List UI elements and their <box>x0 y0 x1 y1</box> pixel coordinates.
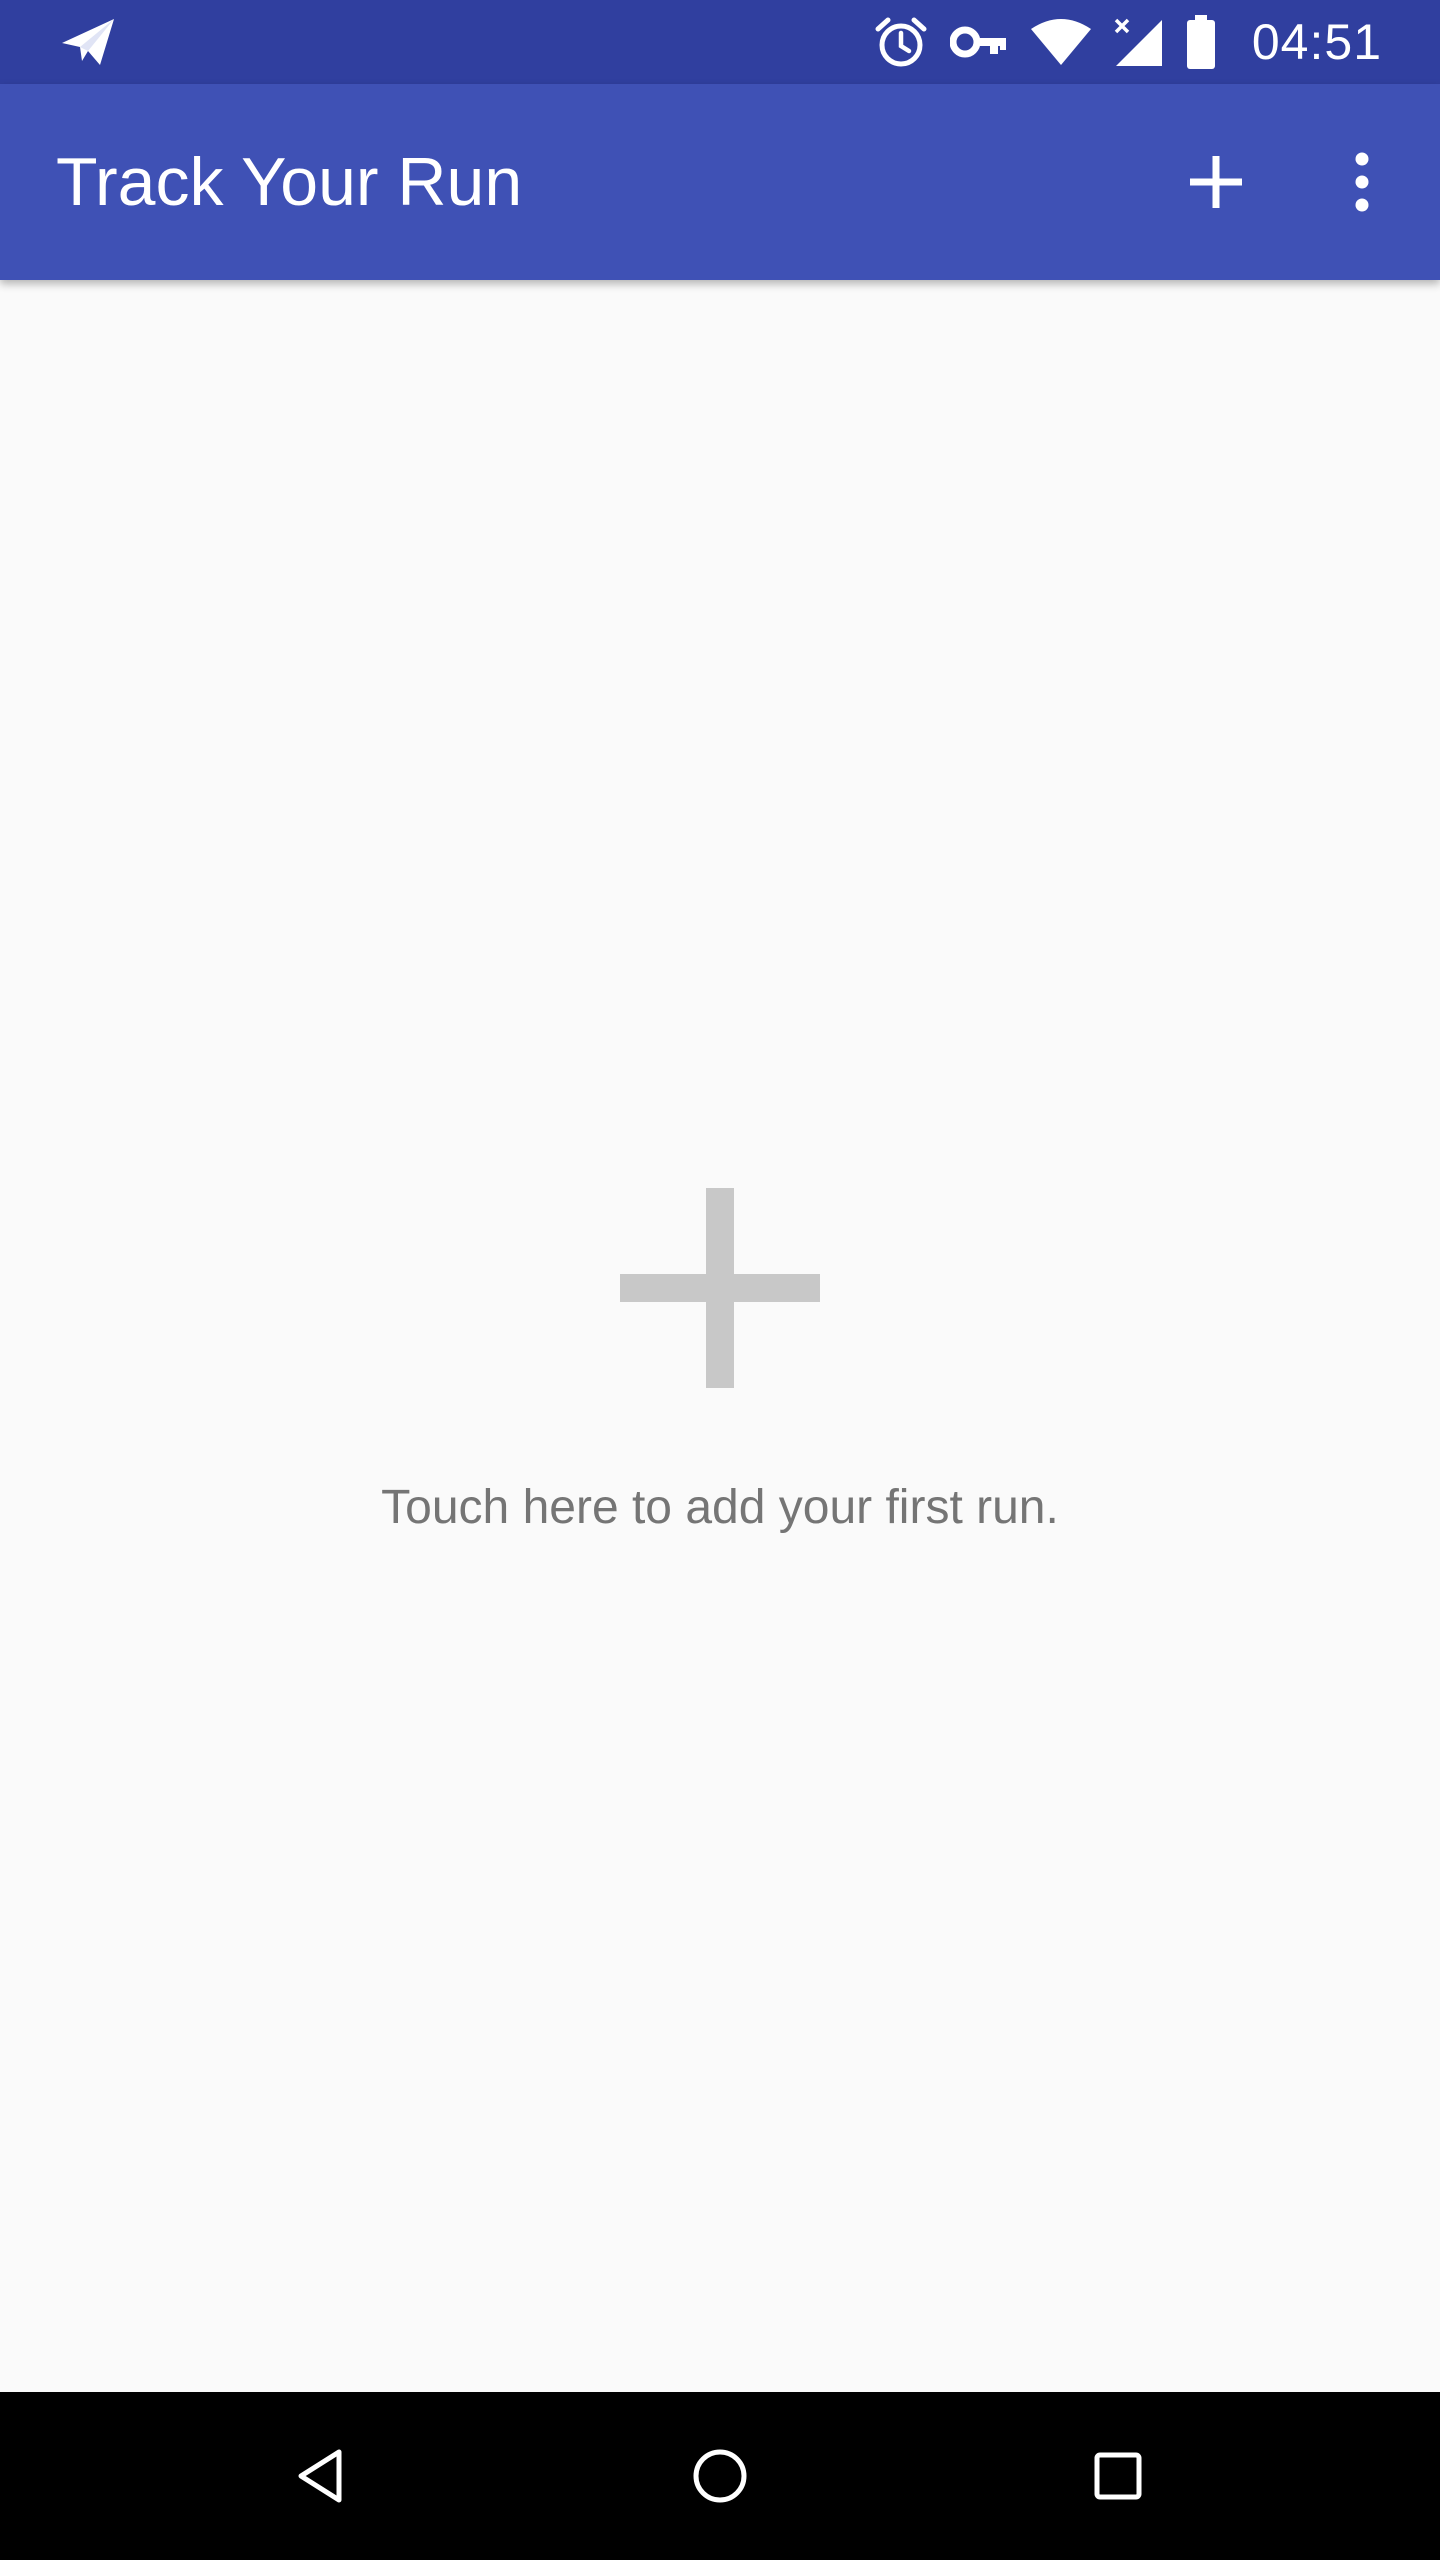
overflow-menu-button[interactable] <box>1302 122 1422 242</box>
alarm-icon <box>874 15 928 69</box>
back-button[interactable] <box>270 2426 370 2526</box>
add-icon <box>1190 156 1242 208</box>
signal-no-data-icon <box>1114 16 1164 68</box>
status-time: 04:51 <box>1251 14 1382 70</box>
status-bar-right: 04:51 <box>874 0 1382 84</box>
status-bar-left <box>60 14 116 70</box>
empty-state-message: Touch here to add your first run. <box>381 1481 1059 1534</box>
wifi-icon <box>1030 17 1092 67</box>
home-button[interactable] <box>670 2426 770 2526</box>
recents-button[interactable] <box>1068 2426 1168 2526</box>
app-bar: Track Your Run <box>0 84 1440 280</box>
add-first-run-area[interactable]: Touch here to add your first run. <box>0 1130 1440 1590</box>
plus-horizontal-bar <box>620 1274 820 1302</box>
recents-icon <box>1094 2452 1142 2500</box>
status-bar: 04:51 <box>0 0 1440 84</box>
navigation-bar <box>0 2392 1440 2560</box>
add-run-button[interactable] <box>1156 122 1276 242</box>
app-title: Track Your Run <box>56 144 523 220</box>
add-icon <box>620 1188 820 1388</box>
home-icon <box>693 2449 747 2503</box>
battery-icon <box>1186 15 1216 69</box>
more-vert-icon <box>1355 152 1369 212</box>
vpn-key-icon <box>949 25 1008 59</box>
back-icon <box>298 2449 342 2503</box>
send-icon <box>60 17 116 67</box>
screen: 04:51 Track Your Run Touch here to add y… <box>0 0 1440 2560</box>
